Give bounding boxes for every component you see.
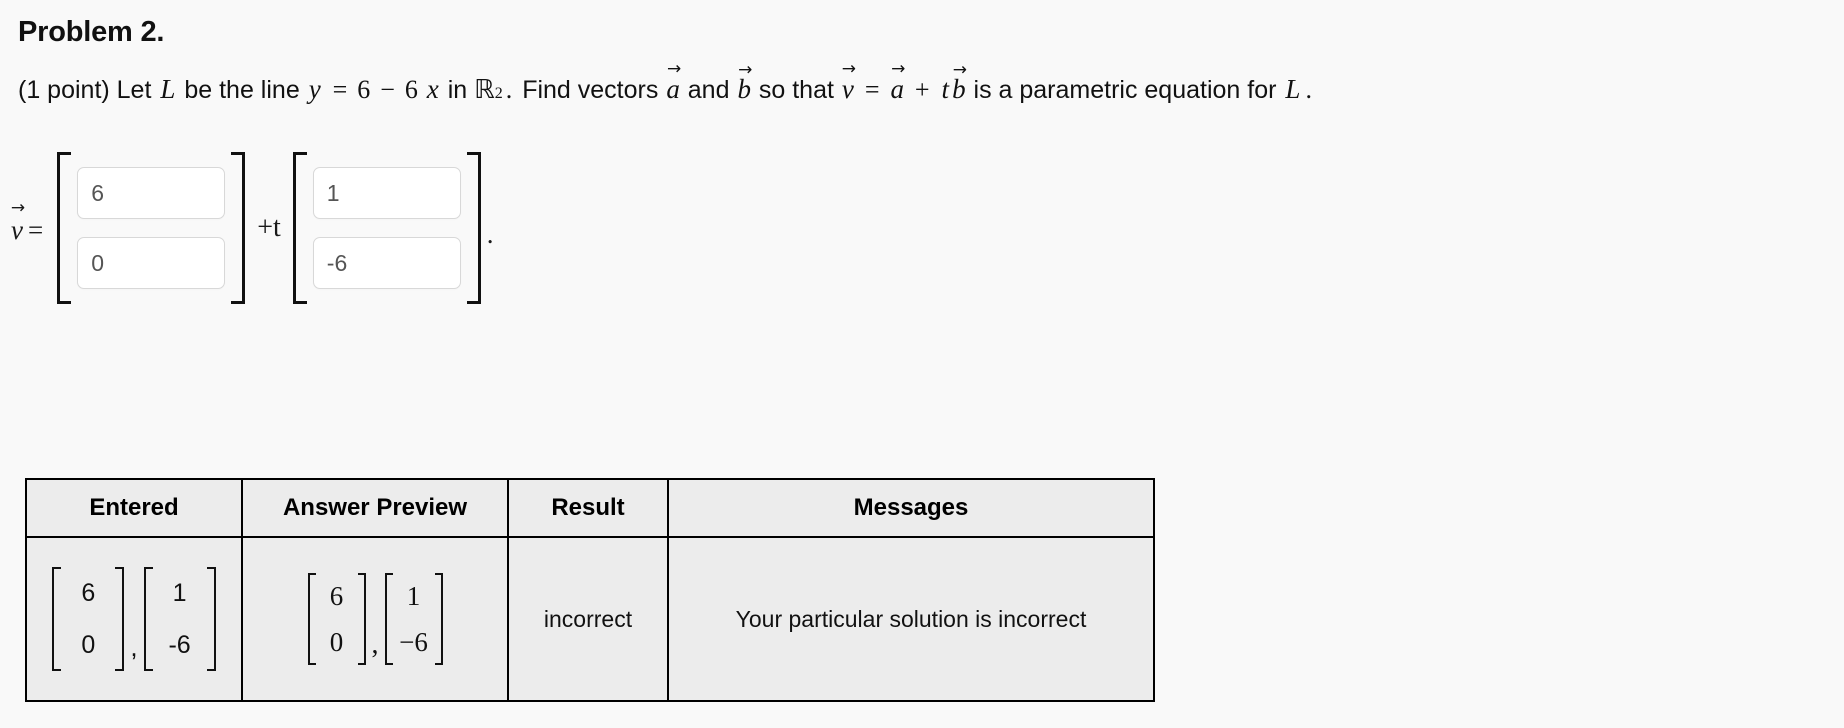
preview-matrix-a: 6 0: [307, 573, 366, 665]
results-table: Entered Answer Preview Result Messages 6…: [25, 478, 1155, 702]
statement-equation-constant: 6: [357, 75, 371, 104]
vector-a-row2-input[interactable]: [77, 237, 226, 289]
table-row: 6 0 , 1 -6 6 0 , 1 −6 incorrect Your par…: [25, 536, 1155, 702]
statement-line-variable: L: [160, 74, 176, 104]
statement-equation-lhs: y: [308, 74, 321, 104]
left-bracket-icon: [143, 567, 153, 671]
right-bracket-icon: [357, 573, 366, 665]
vector-b-row1-input[interactable]: [312, 167, 461, 219]
status-badge: incorrect: [543, 605, 633, 632]
left-bracket-icon: [52, 567, 62, 671]
right-bracket-icon: [466, 152, 481, 304]
plus-t-operator: +t: [257, 212, 281, 244]
vector-b-symbol: → b: [736, 62, 752, 103]
vector-a-symbol: → a: [665, 61, 681, 103]
statement-final-period: .: [1305, 75, 1312, 104]
right-bracket-icon: [115, 567, 125, 671]
entered-matrix-b-column: 1 -6: [153, 567, 207, 671]
real-space-exponent: 2: [494, 85, 503, 102]
vector-arrow-icon: →: [738, 60, 752, 80]
vector-arrow-icon: →: [841, 59, 856, 79]
statement-in-word: in: [447, 76, 468, 104]
right-bracket-icon: [231, 152, 246, 304]
entered-matrix-b-row1: 1: [172, 578, 187, 607]
vector-v-letter-answer: v: [11, 214, 23, 245]
vector-b-row2-input[interactable]: [312, 237, 461, 289]
entered-matrix-b-row2: -6: [168, 630, 191, 659]
statement-find-vectors: Find vectors: [522, 76, 659, 104]
vector-arrow-icon: →: [891, 59, 905, 79]
table-header-messages: Messages: [667, 478, 1155, 538]
entered-matrix-separator: ,: [130, 632, 138, 662]
right-bracket-icon: [434, 573, 443, 665]
statement-tail: is a parametric equation for: [973, 76, 1277, 104]
entered-matrix-a: 6 0: [52, 567, 125, 671]
statement-so-that: so that: [758, 76, 834, 104]
left-bracket-icon: [57, 152, 72, 304]
table-header-row: Entered Answer Preview Result Messages: [25, 478, 1155, 538]
cell-messages: Your particular solution is incorrect: [667, 536, 1155, 702]
table-header-result: Result: [507, 478, 669, 538]
table-header-entered: Entered: [25, 478, 243, 538]
result-message: Your particular solution is incorrect: [735, 605, 1087, 632]
left-bracket-icon: [307, 573, 316, 665]
vector-b-symbol-2: → b: [951, 62, 967, 103]
cell-entered: 6 0 , 1 -6: [25, 536, 243, 702]
preview-matrix-a-column: 6 0: [316, 573, 358, 665]
answer-entry-area: →v = +t .: [0, 148, 494, 308]
vector-a-symbol-2: → a: [889, 61, 905, 103]
vector-v-symbol-answer: → v: [10, 199, 25, 246]
plus-t-label: +t: [257, 212, 281, 243]
left-bracket-icon: [384, 573, 393, 665]
vector-a-bracket-group: [57, 152, 246, 304]
statement-period-1: .: [505, 75, 513, 104]
entered-matrix-a-row2: 0: [81, 630, 96, 659]
statement-equation-minus: −: [380, 75, 395, 104]
entered-matrix-a-column: 6 0: [61, 567, 115, 671]
vector-arrow-icon: →: [952, 60, 967, 80]
preview-matrix-a-row2: 0: [329, 626, 344, 657]
preview-matrix-pair: 6 0 , 1 −6: [255, 573, 495, 665]
preview-matrix-b: 1 −6: [384, 573, 443, 665]
entered-matrix-pair: 6 0 , 1 -6: [39, 567, 229, 671]
vector-a-inputs: [71, 152, 231, 304]
entered-matrix-b: 1 -6: [143, 567, 216, 671]
preview-matrix-b-column: 1 −6: [393, 573, 435, 665]
statement-be-the-line: be the line: [184, 76, 300, 104]
vector-b-bracket-group: [292, 152, 481, 304]
preview-matrix-b-row2: −6: [399, 626, 428, 657]
cell-result: incorrect: [507, 536, 669, 702]
entered-matrix-a-row1: 6: [81, 578, 96, 607]
statement-final-variable: L: [1285, 74, 1301, 104]
statement-equation-coefficient: 6: [404, 75, 418, 104]
statement-parameter-t: t: [941, 74, 950, 104]
preview-matrix-a-row1: 6: [329, 580, 344, 611]
real-space-symbol: ℝ: [474, 75, 495, 105]
answer-vector-v-symbol: → v: [10, 199, 25, 246]
answer-equals-sign: =: [27, 214, 44, 245]
statement-equation-x: x: [426, 74, 439, 104]
answer-trailing-period: .: [486, 219, 494, 249]
vector-arrow-icon: →: [666, 59, 681, 79]
preview-matrix-separator: ,: [371, 629, 379, 660]
problem-statement: (1 point) Let L be the line y = 6 − 6 x …: [18, 61, 1315, 105]
vector-b-inputs: [307, 152, 467, 304]
left-bracket-icon: [292, 152, 307, 304]
table-header-answer-preview: Answer Preview: [241, 478, 509, 538]
statement-lead: (1 point) Let: [18, 76, 152, 104]
vector-v-symbol: → v: [841, 61, 856, 103]
right-bracket-icon: [206, 567, 216, 671]
statement-and-word: and: [687, 76, 730, 104]
cell-answer-preview: 6 0 , 1 −6: [241, 536, 509, 702]
statement-equation-equals: =: [332, 75, 348, 104]
vector-a-row1-input[interactable]: [77, 167, 226, 219]
page-title: Problem 2.: [18, 16, 165, 48]
statement-plus-sign: +: [914, 75, 930, 104]
preview-matrix-b-row1: 1: [406, 580, 421, 611]
vector-arrow-icon: →: [10, 197, 25, 218]
statement-assign-equals: =: [864, 75, 880, 104]
